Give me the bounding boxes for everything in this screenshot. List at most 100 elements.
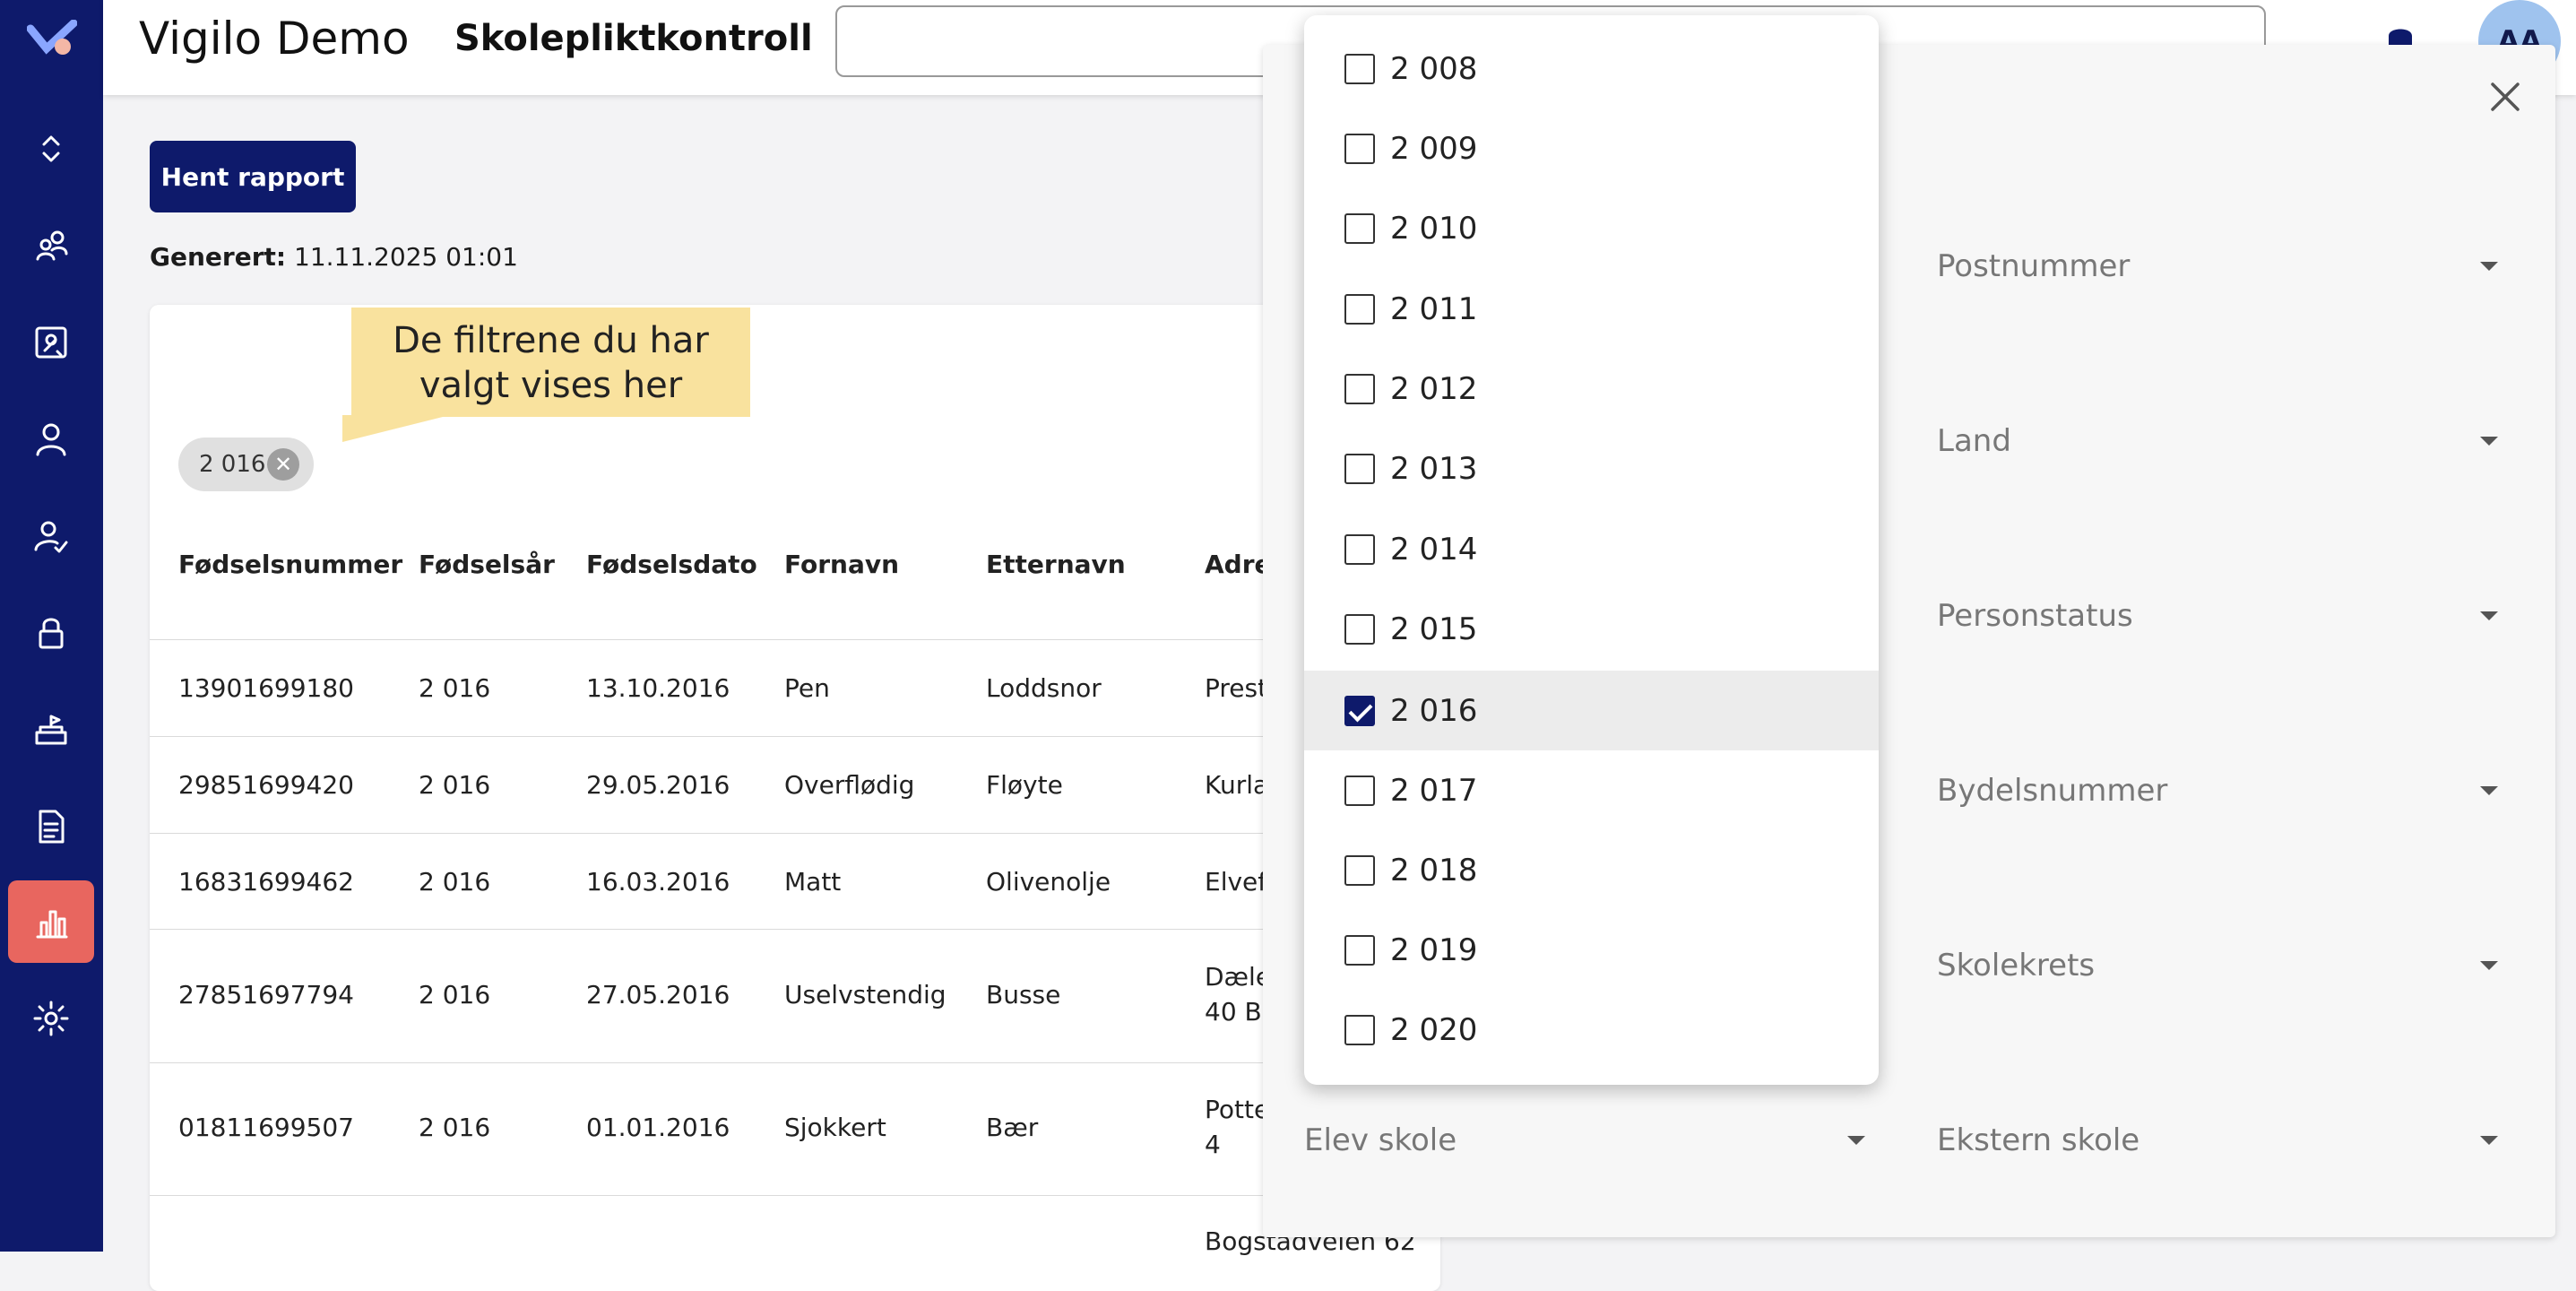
dropdown-option-2008[interactable]: 2 008	[1304, 29, 1879, 108]
table-cell: Loddsnor	[986, 673, 1102, 703]
column-header-fodselsnummer[interactable]: Fødselsnummer	[178, 550, 402, 579]
table-cell: 16831699462	[178, 867, 354, 897]
fetch-report-button[interactable]: Hent rapport	[150, 141, 356, 212]
dropdown-option-2011[interactable]: 2 011	[1304, 269, 1879, 349]
ekstern-skole-select[interactable]: Ekstern skole	[1937, 1122, 2139, 1158]
table-cell: Fløyte	[986, 770, 1063, 800]
checkbox[interactable]	[1344, 212, 1375, 244]
close-icon[interactable]	[2482, 74, 2528, 120]
table-cell: 2 016	[419, 770, 491, 800]
checkbox[interactable]	[1344, 133, 1375, 164]
table-cell: Pen	[784, 673, 830, 703]
column-header-adresse[interactable]: Adre	[1205, 550, 1272, 579]
option-label: 2 015	[1390, 611, 1478, 647]
chevron-down-icon[interactable]	[2480, 961, 2498, 970]
table-cell: 01811699507	[178, 1113, 354, 1142]
table-cell: 2 016	[419, 867, 491, 897]
table-cell: Prest	[1205, 673, 1268, 703]
gear-icon[interactable]	[8, 977, 94, 1060]
option-label: 2 011	[1390, 290, 1478, 327]
checkbox[interactable]	[1344, 373, 1375, 404]
table-cell: 4	[1205, 1130, 1221, 1159]
document-icon[interactable]	[8, 785, 94, 868]
school-icon[interactable]	[8, 689, 94, 771]
table-cell: Overflødig	[784, 770, 915, 800]
checkbox[interactable]	[1344, 1014, 1375, 1045]
filter-chip-label: 2 016	[199, 451, 266, 478]
birth-year-dropdown-menu: 2 008 2 009 2 010 2 011 2 012 2 013 2 01…	[1304, 15, 1879, 1085]
column-header-fodselsdato[interactable]: Fødselsdato	[586, 550, 757, 579]
chevron-down-icon[interactable]	[2480, 611, 2498, 620]
collapse-icon[interactable]	[8, 108, 94, 190]
personstatus-select[interactable]: Personstatus	[1937, 598, 2133, 634]
checkbox[interactable]	[1344, 53, 1375, 84]
checkbox-checked[interactable]	[1344, 695, 1375, 726]
dropdown-option-2014[interactable]: 2 014	[1304, 509, 1879, 589]
option-label: 2 008	[1390, 50, 1478, 87]
app-title: Vigilo Demo	[139, 13, 410, 65]
option-label: 2 010	[1390, 210, 1478, 247]
users-icon[interactable]	[8, 204, 94, 287]
table-cell: 2 016	[419, 673, 491, 703]
chevron-down-icon[interactable]	[2480, 437, 2498, 446]
filter-chip[interactable]: 2 016 ✕	[178, 438, 314, 491]
table-cell: Busse	[986, 980, 1061, 1009]
table-cell: 13.10.2016	[586, 673, 730, 703]
row-divider	[150, 833, 1440, 834]
table-cell: 27.05.2016	[586, 980, 730, 1009]
checkbox[interactable]	[1344, 775, 1375, 806]
checkbox[interactable]	[1344, 293, 1375, 325]
postnummer-select[interactable]: Postnummer	[1937, 248, 2130, 284]
column-header-fornavn[interactable]: Fornavn	[784, 550, 899, 579]
logo-icon[interactable]	[26, 19, 78, 59]
chevron-down-icon[interactable]	[2480, 786, 2498, 795]
checkbox[interactable]	[1344, 934, 1375, 966]
checkbox[interactable]	[1344, 533, 1375, 565]
table-cell: Elvef	[1205, 867, 1267, 897]
elev-skole-select[interactable]: Elev skole	[1304, 1122, 1457, 1158]
option-label: 2 009	[1390, 130, 1478, 167]
dropdown-option-2012[interactable]: 2 012	[1304, 349, 1879, 429]
table-cell: Olivenolje	[986, 867, 1111, 897]
land-select[interactable]: Land	[1937, 423, 2011, 459]
dropdown-option-2010[interactable]: 2 010	[1304, 188, 1879, 268]
network-icon[interactable]	[8, 301, 94, 384]
bydelsnummer-select[interactable]: Bydelsnummer	[1937, 773, 2167, 809]
checkbox[interactable]	[1344, 453, 1375, 484]
dropdown-option-2018[interactable]: 2 018	[1304, 830, 1879, 910]
dropdown-option-2017[interactable]: 2 017	[1304, 750, 1879, 830]
skolekrets-select[interactable]: Skolekrets	[1937, 948, 2095, 983]
table-cell: 13901699180	[178, 673, 354, 703]
dropdown-option-2019[interactable]: 2 019	[1304, 910, 1879, 990]
option-label: 2 016	[1390, 692, 1478, 729]
option-label: 2 020	[1390, 1011, 1478, 1048]
column-header-fodselsar[interactable]: Fødselsår	[419, 550, 555, 579]
tooltip-tail	[342, 415, 450, 442]
checkbox[interactable]	[1344, 613, 1375, 645]
chevron-down-icon[interactable]	[2480, 1136, 2498, 1145]
person-icon[interactable]	[8, 398, 94, 481]
bar-chart-icon[interactable]	[8, 880, 94, 963]
chevron-down-icon[interactable]	[1847, 1136, 1865, 1145]
dropdown-option-2020[interactable]: 2 020	[1304, 990, 1879, 1070]
option-label: 2 013	[1390, 450, 1478, 487]
table-cell: Dæle	[1205, 962, 1272, 992]
option-label: 2 014	[1390, 531, 1478, 568]
column-header-etternavn[interactable]: Etternavn	[986, 550, 1126, 579]
row-divider	[150, 736, 1440, 737]
chip-close-icon[interactable]: ✕	[267, 448, 299, 481]
row-divider	[150, 929, 1440, 930]
page-title: Skolepliktkontroll	[454, 18, 813, 59]
table-cell: 29.05.2016	[586, 770, 730, 800]
chevron-down-icon[interactable]	[2480, 262, 2498, 271]
table-cell: 01.01.2016	[586, 1113, 730, 1142]
dropdown-option-2013[interactable]: 2 013	[1304, 429, 1879, 508]
table-cell: Matt	[784, 867, 842, 897]
dropdown-option-2015[interactable]: 2 015	[1304, 589, 1879, 669]
table-cell: Potte	[1205, 1095, 1270, 1124]
dropdown-option-2009[interactable]: 2 009	[1304, 108, 1879, 188]
checkbox[interactable]	[1344, 854, 1375, 886]
lock-icon[interactable]	[8, 592, 94, 674]
person-check-icon[interactable]	[8, 495, 94, 577]
dropdown-option-2016[interactable]: 2 016	[1304, 671, 1879, 750]
